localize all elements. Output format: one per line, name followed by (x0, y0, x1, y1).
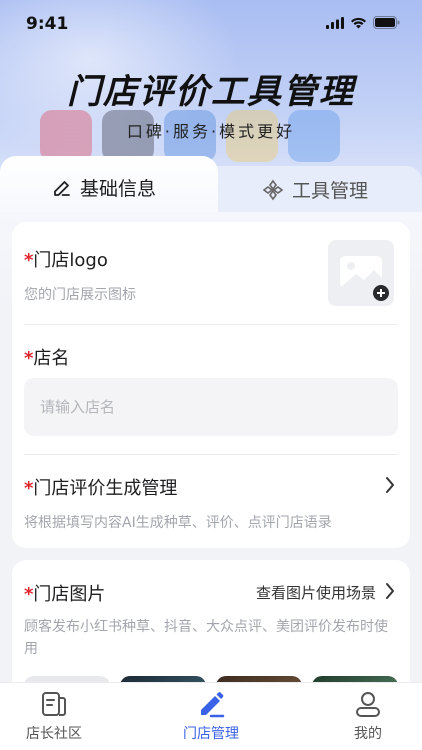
status-icons (326, 16, 400, 29)
name-field-label: 店名 (33, 348, 70, 369)
nav-item-community[interactable]: 店长社区 (4, 689, 104, 743)
logo-field-desc: 您的门店展示图标 (24, 287, 136, 303)
view-photo-usage-link[interactable]: 查看图片使用场景 (256, 582, 376, 603)
name-field-title: *店名 (24, 344, 69, 370)
pen-icon (201, 692, 225, 718)
required-mark: * (24, 250, 34, 271)
cellular-signal-icon (326, 16, 344, 29)
logo-upload-button[interactable] (328, 240, 394, 306)
nav-label-store-management: 门店管理 (183, 726, 239, 742)
edit-icon (54, 180, 70, 196)
page-subtitle: 口碑·服务·模式更好 (126, 122, 296, 141)
required-mark: * (24, 478, 34, 499)
nav-label-community: 店长社区 (26, 726, 82, 742)
status-time: 9:41 (26, 14, 69, 34)
tab-tools-label: 工具管理 (292, 180, 369, 202)
battery-icon (373, 16, 400, 29)
page-title: 门店评价工具管理 (67, 72, 355, 112)
chevron-right-icon[interactable] (384, 582, 396, 600)
divider (24, 324, 398, 325)
status-bar: 9:41 (0, 0, 422, 48)
required-mark: * (24, 348, 34, 369)
tab-basic-info-label: 基础信息 (80, 178, 157, 200)
photos-field-title: *门店图片 (24, 580, 105, 606)
nav-item-mine[interactable]: 我的 (318, 689, 418, 743)
required-mark: * (24, 584, 34, 605)
tools-icon (262, 179, 284, 200)
basic-info-card: *门店logo 您的门店展示图标 *店名 *门店评价生成管理 将根据填写内容AI… (12, 222, 410, 548)
community-icon (42, 692, 66, 716)
tab-basic-info[interactable]: 基础信息 (52, 174, 156, 201)
tab-tools[interactable]: 工具管理 (262, 176, 368, 203)
logo-field-label: 门店logo (33, 250, 108, 271)
store-photos-card: *门店图片 查看图片使用场景 顾客发布小红书种草、抖音、大众点评、美团评价发布时… (12, 560, 410, 716)
wifi-icon (351, 17, 366, 28)
chevron-right-icon[interactable] (384, 476, 396, 494)
photos-field-desc: 顾客发布小红书种草、抖音、大众点评、美团评价发布时使用 (24, 619, 388, 657)
image-placeholder-icon (340, 256, 389, 301)
nav-label-mine: 我的 (354, 726, 382, 742)
divider (24, 454, 398, 455)
review-gen-field-desc: 将根据填写内容AI生成种草、评价、点评门店语录 (24, 515, 332, 531)
tab-bar: 基础信息 工具管理 (0, 156, 422, 226)
store-name-input[interactable] (24, 378, 398, 436)
review-gen-field-label: 门店评价生成管理 (33, 478, 178, 499)
logo-field-title: *门店logo (24, 246, 108, 272)
bottom-navigation: 店长社区 门店管理 我的 (0, 682, 422, 750)
nav-item-store-management[interactable]: 门店管理 (161, 689, 261, 743)
user-icon (356, 692, 380, 717)
photos-field-label: 门店图片 (33, 584, 106, 605)
review-gen-field-title[interactable]: *门店评价生成管理 (24, 474, 177, 500)
